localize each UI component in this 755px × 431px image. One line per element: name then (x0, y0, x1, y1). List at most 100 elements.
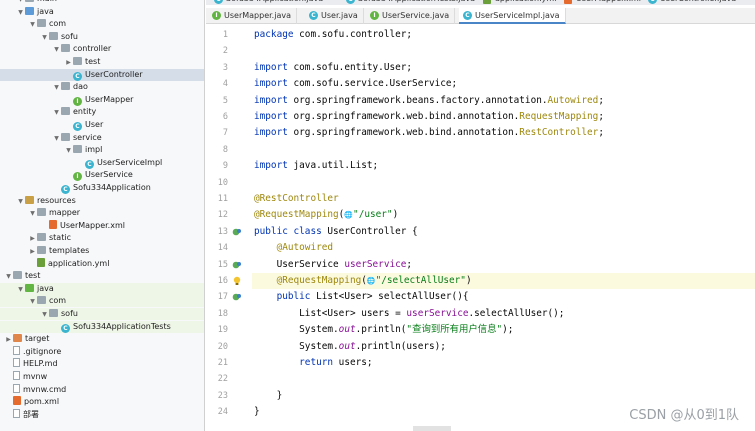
tree-item[interactable]: ▼ mapper (0, 207, 204, 220)
tree-item[interactable]: ▼main (0, 0, 204, 5)
tree-item[interactable]: ▼ sofu (0, 308, 204, 321)
editor-tab[interactable]: application.yml (481, 0, 556, 5)
chevron-down-icon[interactable]: ▼ (16, 7, 25, 19)
tree-item[interactable]: ▶ test (0, 56, 204, 69)
intention-bulb-icon[interactable] (232, 276, 242, 286)
editor-tab[interactable]: CSofu334ApplicationTests.java (344, 0, 475, 5)
editor-tab[interactable]: C UserServiceImpl.java (459, 8, 566, 24)
code-line[interactable]: import java.util.List; (254, 158, 378, 174)
editor-tabs-top[interactable]: CSofu334Application.java CSofu334Applicat… (206, 0, 755, 5)
chevron-right-icon[interactable]: ▶ (28, 246, 37, 258)
tree-item[interactable]: C Sofu334ApplicationTests (0, 320, 204, 333)
chevron-down-icon[interactable]: ▼ (28, 19, 37, 31)
class-icon: C (214, 0, 223, 4)
chevron-right-icon[interactable]: ▶ (64, 57, 73, 69)
chevron-down-icon[interactable]: ▼ (40, 32, 49, 44)
tree-item[interactable]: C UserServiceImpl (0, 157, 204, 169)
chevron-right-icon[interactable]: ▶ (28, 233, 37, 245)
bean-icon[interactable] (232, 292, 242, 302)
editor-gutter[interactable]: 1 2 3 4 5 6 7 8 9 10 11 12 13 14 15 16 17 18 19 20 21 22 23 24 (206, 25, 252, 431)
chevron-down-icon[interactable]: ▼ (52, 107, 61, 119)
tree-item[interactable]: HELP.md (0, 358, 204, 370)
tree-item[interactable]: C Sofu334Application (0, 182, 204, 194)
tree-item[interactable]: ▶ static (0, 232, 204, 245)
tree-item[interactable]: pom.xml (0, 396, 204, 408)
code-line[interactable]: public class UserController { (254, 224, 418, 240)
tree-item[interactable]: 部署 (0, 408, 204, 421)
chevron-down-icon[interactable]: ▼ (52, 44, 61, 56)
code-line[interactable]: System.out.println(users); (254, 339, 446, 355)
tree-item[interactable]: mvnw (0, 371, 204, 383)
code-line[interactable]: } (254, 388, 283, 404)
editor-tab[interactable]: C User.java (305, 8, 364, 24)
editor-tab[interactable]: I UserService.java (366, 8, 456, 24)
editor-tab[interactable]: UserMapper.xml (562, 0, 641, 5)
code-line[interactable]: import org.springframework.web.bind.anno… (254, 125, 604, 141)
editor-tab[interactable]: I UserMapper.java (208, 8, 297, 24)
tree-item-label: target (25, 334, 50, 344)
code-line[interactable]: } (254, 404, 260, 420)
chevron-down-icon[interactable]: ▼ (16, 196, 25, 208)
folder-icon (37, 233, 46, 242)
tree-item[interactable]: ▼ sofu (0, 31, 204, 44)
code-line[interactable]: UserService userService; (254, 257, 413, 273)
tree-item[interactable]: ▼ entity (0, 106, 204, 119)
tree-item[interactable]: C User (0, 119, 204, 131)
tree-item[interactable]: ▼ impl (0, 144, 204, 157)
tree-item[interactable]: ▼ java (0, 282, 204, 296)
tree-item[interactable]: application.yml (0, 257, 204, 270)
tree-item[interactable]: ▼ service (0, 132, 204, 145)
yaml-file-icon (37, 257, 45, 267)
code-line[interactable]: @RequestMapping(🌐"/user") (254, 207, 398, 223)
tree-item[interactable]: ▼ com (0, 295, 204, 308)
chevron-down-icon[interactable]: ▼ (16, 284, 25, 296)
project-tree[interactable]: ▼main▼java▼com▼sofu▼controller▶testCUser… (0, 0, 205, 431)
tree-item[interactable]: I UserService (0, 169, 204, 182)
chevron-down-icon[interactable]: ▼ (4, 271, 13, 283)
bean-icon[interactable] (232, 227, 242, 237)
code-line[interactable]: public List<User> selectAllUser(){ (254, 289, 469, 305)
code-editor[interactable]: package com.sofu.controller; import com.s… (254, 25, 755, 431)
tree-item[interactable]: UserMapper.xml (0, 219, 204, 232)
code-line[interactable]: List<User> users = userService.selectAll… (254, 306, 564, 322)
tree-item[interactable]: C UserController (0, 68, 204, 81)
line-number: 14 (217, 243, 228, 254)
code-line[interactable]: return users; (254, 355, 372, 371)
chevron-down-icon[interactable]: ▼ (40, 309, 49, 321)
line-number: 3 (222, 62, 228, 73)
chevron-down-icon[interactable]: ▼ (28, 208, 37, 220)
tree-item[interactable]: ▼ controller (0, 43, 204, 56)
bean-icon[interactable] (232, 260, 242, 270)
code-line[interactable]: import com.sofu.service.UserService; (254, 76, 457, 92)
editor-tab[interactable]: CUserController.java (646, 0, 736, 5)
editor-tab[interactable]: CSofu334Application.java (212, 0, 323, 5)
tree-item[interactable]: ▶ templates (0, 245, 204, 258)
chevron-down-icon[interactable]: ▼ (28, 296, 37, 308)
code-line[interactable]: import org.springframework.web.bind.anno… (254, 109, 604, 125)
tree-item[interactable]: ▼ dao (0, 81, 204, 94)
tree-item[interactable]: mvnw.cmd (0, 383, 204, 396)
tree-item[interactable]: .gitignore (0, 345, 204, 358)
code-line[interactable]: @RestController (254, 191, 339, 207)
chevron-down-icon[interactable]: ▼ (52, 133, 61, 145)
tree-item[interactable]: ▼ resources (0, 195, 204, 208)
chevron-down-icon[interactable]: ▼ (52, 82, 61, 94)
tree-item[interactable]: ▶ target (0, 333, 204, 346)
code-line[interactable]: System.out.println("查询到所有用户信息"); (254, 322, 513, 338)
chevron-down-icon[interactable]: ▼ (64, 145, 73, 157)
tree-item[interactable]: ▼ test (0, 270, 204, 283)
horizontal-scrollbar-thumb[interactable] (413, 426, 451, 431)
code-line[interactable]: package com.sofu.controller; (254, 27, 412, 43)
code-line[interactable]: @RequestMapping(🌐"/selectAllUser") (254, 273, 472, 289)
editor-tabs[interactable]: I UserMapper.java C User.java I UserService.j… (206, 8, 755, 24)
code-line[interactable]: import org.springframework.beans.factory… (254, 93, 604, 109)
code-line[interactable]: @Autowired (254, 240, 333, 256)
tree-item[interactable]: ▼ com (0, 18, 204, 31)
code-line[interactable]: import com.sofu.entity.User; (254, 60, 412, 76)
code-token: userService (344, 258, 407, 270)
tree-item[interactable]: I UserMapper (0, 94, 204, 106)
tree-item-label: service (73, 132, 102, 142)
chevron-right-icon[interactable]: ▶ (4, 334, 13, 346)
tree-item[interactable]: ▼ java (0, 6, 204, 19)
class-icon: C (61, 323, 70, 333)
